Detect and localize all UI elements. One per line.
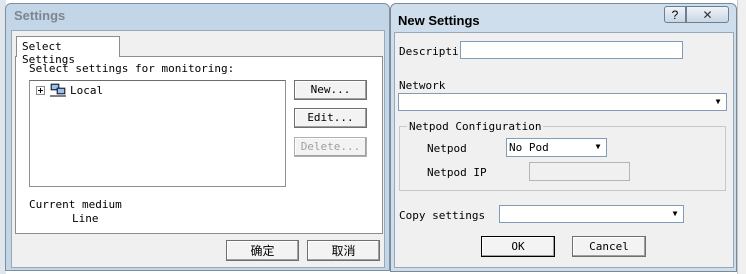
help-icon: ? bbox=[671, 8, 679, 22]
description-label: Descriptio bbox=[399, 45, 459, 58]
close-icon: ✕ bbox=[702, 8, 713, 22]
current-medium-value: Line bbox=[72, 212, 99, 225]
network-label: Network bbox=[399, 79, 446, 92]
ok-button[interactable]: OK bbox=[481, 236, 555, 257]
new-settings-window-title: New Settings bbox=[398, 13, 480, 28]
delete-button[interactable]: Delete... bbox=[294, 137, 367, 157]
network-combobox[interactable]: ▼ bbox=[398, 93, 727, 111]
ok-button-settings[interactable]: 确定 bbox=[226, 240, 299, 261]
network-computer-icon bbox=[50, 83, 66, 97]
cancel-button-settings[interactable]: 取消 bbox=[307, 240, 380, 261]
netpod-value: No Pod bbox=[509, 141, 549, 154]
close-button[interactable]: ✕ bbox=[686, 6, 729, 23]
netpod-group-title: Netpod Configuration bbox=[407, 120, 544, 133]
dropdown-arrow-icon[interactable]: ▼ bbox=[591, 140, 605, 155]
current-medium-label: Current medium bbox=[29, 198, 122, 211]
dropdown-arrow-icon[interactable]: ▼ bbox=[711, 95, 725, 109]
edit-button[interactable]: Edit... bbox=[294, 108, 367, 128]
copy-settings-combobox[interactable]: ▼ bbox=[499, 205, 684, 223]
settings-tree[interactable] bbox=[29, 80, 286, 187]
dropdown-arrow-icon[interactable]: ▼ bbox=[668, 207, 682, 221]
netpod-combobox[interactable]: No Pod ▼ bbox=[506, 138, 607, 157]
tab-select-settings[interactable]: Select Settings bbox=[16, 36, 120, 66]
background-window-edge-right bbox=[737, 0, 746, 274]
new-button[interactable]: New... bbox=[294, 80, 367, 100]
tab-label: Select Settings bbox=[22, 40, 75, 66]
cancel-button[interactable]: Cancel bbox=[572, 236, 646, 257]
description-input[interactable] bbox=[460, 41, 683, 59]
tree-item-local[interactable]: Local bbox=[70, 84, 103, 97]
copy-settings-label: Copy settings bbox=[399, 209, 486, 222]
settings-window-title: Settings bbox=[14, 8, 66, 23]
netpod-configuration-group bbox=[399, 126, 726, 191]
netpod-ip-label: Netpod IP bbox=[427, 166, 487, 179]
expand-icon[interactable] bbox=[36, 86, 45, 95]
help-button[interactable]: ? bbox=[664, 6, 686, 23]
netpod-ip-input[interactable] bbox=[529, 162, 630, 181]
netpod-label: Netpod bbox=[427, 142, 467, 155]
